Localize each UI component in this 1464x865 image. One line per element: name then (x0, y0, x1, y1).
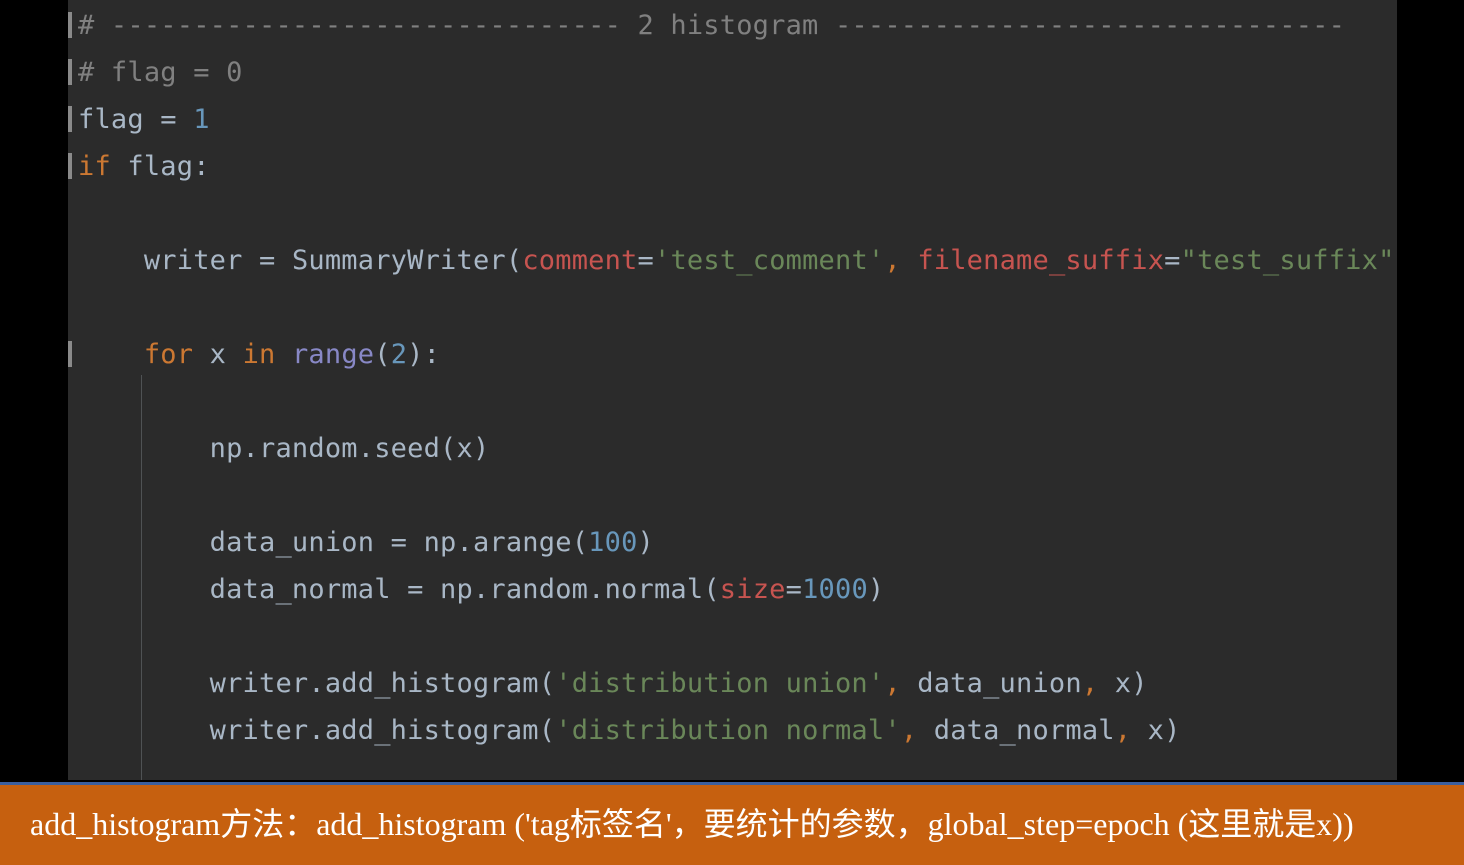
code-token: ) (407, 339, 424, 370)
code-token: ( (703, 574, 720, 605)
code-token: ) (1131, 668, 1148, 699)
code-token: : (423, 339, 441, 370)
code-token: = (390, 527, 424, 558)
code-token: 1 (193, 104, 210, 135)
code-token: data_normal (933, 715, 1115, 746)
code-token: flag (78, 104, 161, 135)
gutter-change-marker (68, 153, 72, 179)
code-line-text: writer.add_histogram('distribution norma… (78, 715, 1181, 746)
code-token: flag: (127, 151, 210, 182)
code-token: ) (1164, 715, 1181, 746)
code-token: ) (472, 433, 490, 464)
code-line-blank-2[interactable] (68, 284, 1397, 331)
code-token: ( (374, 339, 391, 370)
screenshot-root: # ------------------------------- 2 hist… (0, 0, 1464, 865)
code-token: writer.add_histogram (78, 668, 539, 699)
code-token: x (456, 433, 473, 464)
code-line-for-loop[interactable]: for x in range(2): (68, 331, 1397, 378)
code-token: comment (522, 245, 638, 276)
code-token: in (242, 339, 292, 370)
code-token: ( (571, 527, 589, 558)
code-line-text: data_union = np.arange(100) (78, 527, 654, 558)
code-token: x (1114, 668, 1132, 699)
code-token: "test_suffix" (1180, 245, 1395, 276)
code-token: , (1114, 715, 1148, 746)
code-token: = (637, 245, 654, 276)
code-token: np.random.normal (440, 574, 704, 605)
code-token: data_union (78, 527, 391, 558)
gutter-change-marker (68, 12, 72, 38)
code-token: # flag = 0 (78, 57, 243, 88)
code-token: , (884, 245, 918, 276)
code-line-data-union-assign[interactable]: data_union = np.arange(100) (68, 519, 1397, 566)
caption-text: add_histogram方法：add_histogram ('tag标签名'，… (30, 806, 1354, 843)
code-line-add-histogram-normal[interactable]: writer.add_histogram('distribution norma… (68, 707, 1397, 754)
code-token: data_union (917, 668, 1082, 699)
code-token: ( (538, 668, 556, 699)
code-line-if-flag[interactable]: if flag: (68, 143, 1397, 190)
code-line-comment-section-header[interactable]: # ------------------------------- 2 hist… (68, 2, 1397, 49)
code-line-blank-3[interactable] (68, 378, 1397, 425)
code-token: ( (505, 245, 523, 276)
code-line-text: np.random.seed(x) (78, 433, 490, 464)
code-token: 'distribution union' (555, 668, 885, 699)
code-token: = (407, 574, 441, 605)
code-line-text: writer.add_histogram('distribution union… (78, 668, 1148, 699)
code-line-text: # flag = 0 (78, 57, 243, 88)
code-token: if (78, 151, 128, 182)
code-token: ( (538, 715, 556, 746)
code-token: 2 (390, 339, 408, 370)
code-line-text: flag = 1 (78, 104, 210, 135)
code-token: 'distribution normal' (555, 715, 901, 746)
code-token: ) (1395, 245, 1397, 276)
code-token: , (884, 668, 918, 699)
code-line-data-normal-assign[interactable]: data_normal = np.random.normal(size=1000… (68, 566, 1397, 613)
code-token: x (1147, 715, 1165, 746)
code-token: np.random.seed (78, 433, 441, 464)
code-token: ) (637, 527, 654, 558)
code-token: 1000 (802, 574, 868, 605)
code-token: writer.add_histogram (78, 715, 539, 746)
code-token: ) (867, 574, 885, 605)
gutter-change-marker (68, 341, 72, 367)
code-line-add-histogram-union[interactable]: writer.add_histogram('distribution union… (68, 660, 1397, 707)
code-line-commented-flag-zero[interactable]: # flag = 0 (68, 49, 1397, 96)
code-token: for (143, 339, 210, 370)
code-token: filename_suffix (917, 245, 1165, 276)
code-token: range (291, 339, 375, 370)
code-token: size (719, 574, 786, 605)
gutter-change-marker (68, 106, 72, 132)
code-line-text: # ------------------------------- 2 hist… (78, 10, 1345, 41)
code-token: # ------------------------------- 2 hist… (78, 10, 1346, 41)
code-line-text: if flag: (78, 151, 210, 182)
code-line-flag-assign[interactable]: flag = 1 (68, 96, 1397, 143)
code-line-np-random-seed[interactable]: np.random.seed(x) (68, 425, 1397, 472)
gutter-change-marker (68, 59, 72, 85)
code-line-blank-5[interactable] (68, 613, 1397, 660)
code-token: = (1164, 245, 1181, 276)
caption-banner: add_histogram方法：add_histogram ('tag标签名'，… (0, 782, 1464, 865)
code-line-summarywriter-assign[interactable]: writer = SummaryWriter(comment='test_com… (68, 237, 1397, 284)
code-line-text: data_normal = np.random.normal(size=1000… (78, 574, 885, 605)
code-token: = (785, 574, 803, 605)
code-editor-pane[interactable]: # ------------------------------- 2 hist… (68, 0, 1397, 780)
code-line-blank-4[interactable] (68, 472, 1397, 519)
code-token: , (1081, 668, 1115, 699)
code-token: 'test_comment' (654, 245, 885, 276)
code-token: np.arange (423, 527, 572, 558)
code-token: = (259, 245, 292, 276)
code-line-blank-1[interactable] (68, 190, 1397, 237)
code-token: = (160, 104, 194, 135)
code-token: 100 (588, 527, 638, 558)
code-line-text: for x in range(2): (78, 339, 440, 370)
code-token: writer (78, 245, 260, 276)
code-line-text: writer = SummaryWriter(comment='test_com… (78, 245, 1397, 276)
code-token: , (900, 715, 934, 746)
code-token: ( (440, 433, 457, 464)
code-token: x (209, 339, 243, 370)
code-token: data_normal (78, 574, 408, 605)
code-token: SummaryWriter (291, 245, 506, 276)
